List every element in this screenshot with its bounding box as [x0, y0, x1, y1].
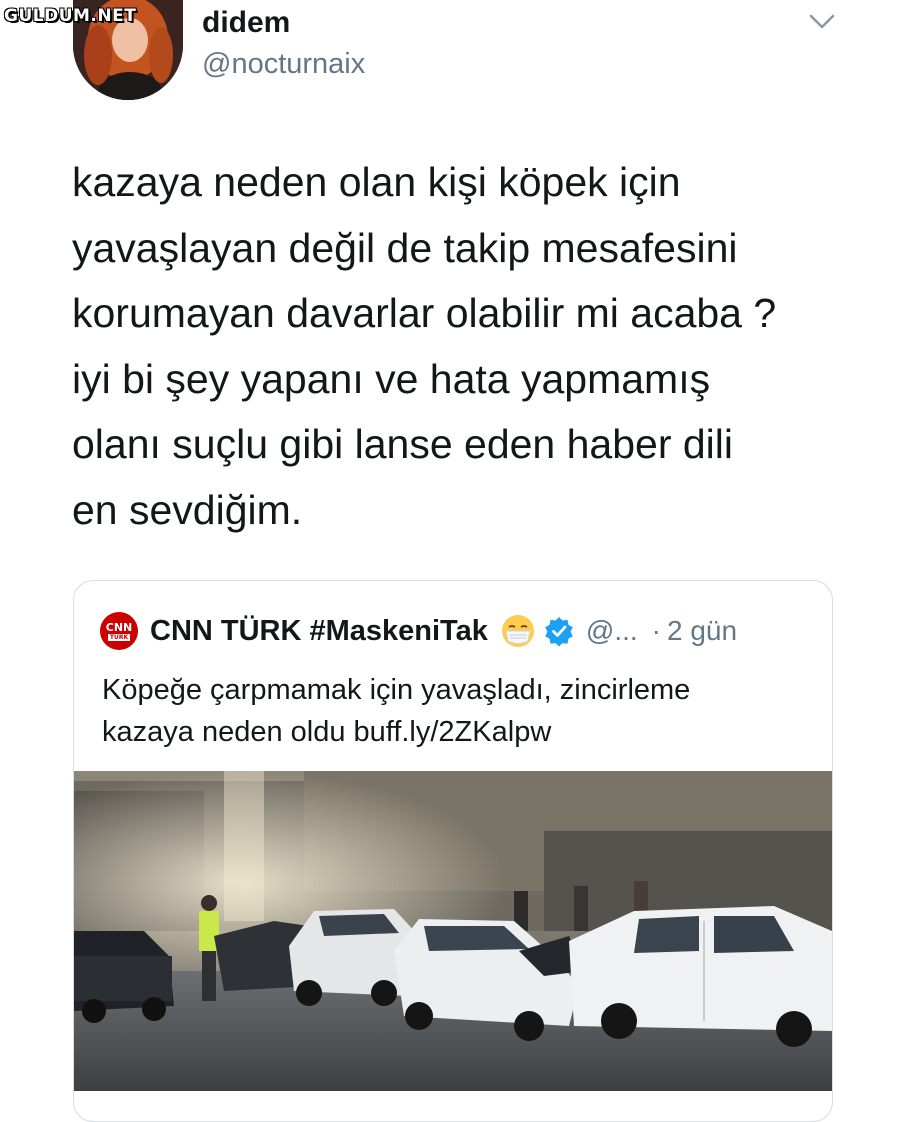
cnn-turk-logo-icon[interactable]: CNN TÜRK: [100, 612, 138, 650]
quoted-tweet-header: CNN TÜRK CNN TÜRK #MaskeniTak @... · 2 g…: [100, 611, 737, 651]
quoted-tweet-card[interactable]: CNN TÜRK CNN TÜRK #MaskeniTak @... · 2 g…: [73, 580, 833, 1122]
chevron-down-icon[interactable]: [806, 10, 838, 34]
author-display-name[interactable]: didem: [202, 6, 290, 40]
tweet-text-line: yavaşlayan değil de takip mesafesini: [72, 224, 738, 271]
author-handle[interactable]: @nocturnaix: [202, 48, 365, 81]
quoted-tweet-photo[interactable]: [74, 771, 832, 1091]
verified-badge-icon: [545, 617, 573, 646]
logo-text-bottom: TÜRK: [107, 633, 131, 641]
quoted-tweet-text: Köpeğe çarpmamak için yavaşladı, zincirl…: [102, 669, 822, 753]
separator-dot: ·: [651, 615, 661, 646]
tweet-text: kazaya neden olan kişi köpek için yavaşl…: [72, 150, 872, 543]
logo-text-top: CNN: [105, 620, 133, 634]
car-crash-photo: [74, 771, 832, 1091]
face-with-mask-icon: [501, 615, 534, 647]
tweet-text-line: olanı suçlu gibi lanse eden haber dili: [72, 421, 734, 467]
tweet-text-line: korumayan davarlar olabilir mi acaba ?: [72, 290, 777, 336]
site-watermark: GULDUM.NET: [4, 6, 137, 26]
quoted-handle[interactable]: @...: [586, 615, 638, 647]
quoted-text-line: Köpeğe çarpmamak için yavaşladı, zincirl…: [102, 674, 691, 706]
tweet-text-line: kazaya neden olan kişi köpek için: [72, 159, 681, 205]
quoted-text-line: kazaya neden oldu buff.ly/2ZKalpw: [102, 716, 552, 748]
quoted-display-name[interactable]: CNN TÜRK #MaskeniTak: [150, 615, 488, 648]
tweet-text-line: iyi bi şey yapanı ve hata yapmamış: [72, 355, 711, 402]
tweet-text-line: en sevdiğim.: [72, 486, 303, 533]
quoted-timestamp[interactable]: 2 gün: [667, 615, 737, 647]
